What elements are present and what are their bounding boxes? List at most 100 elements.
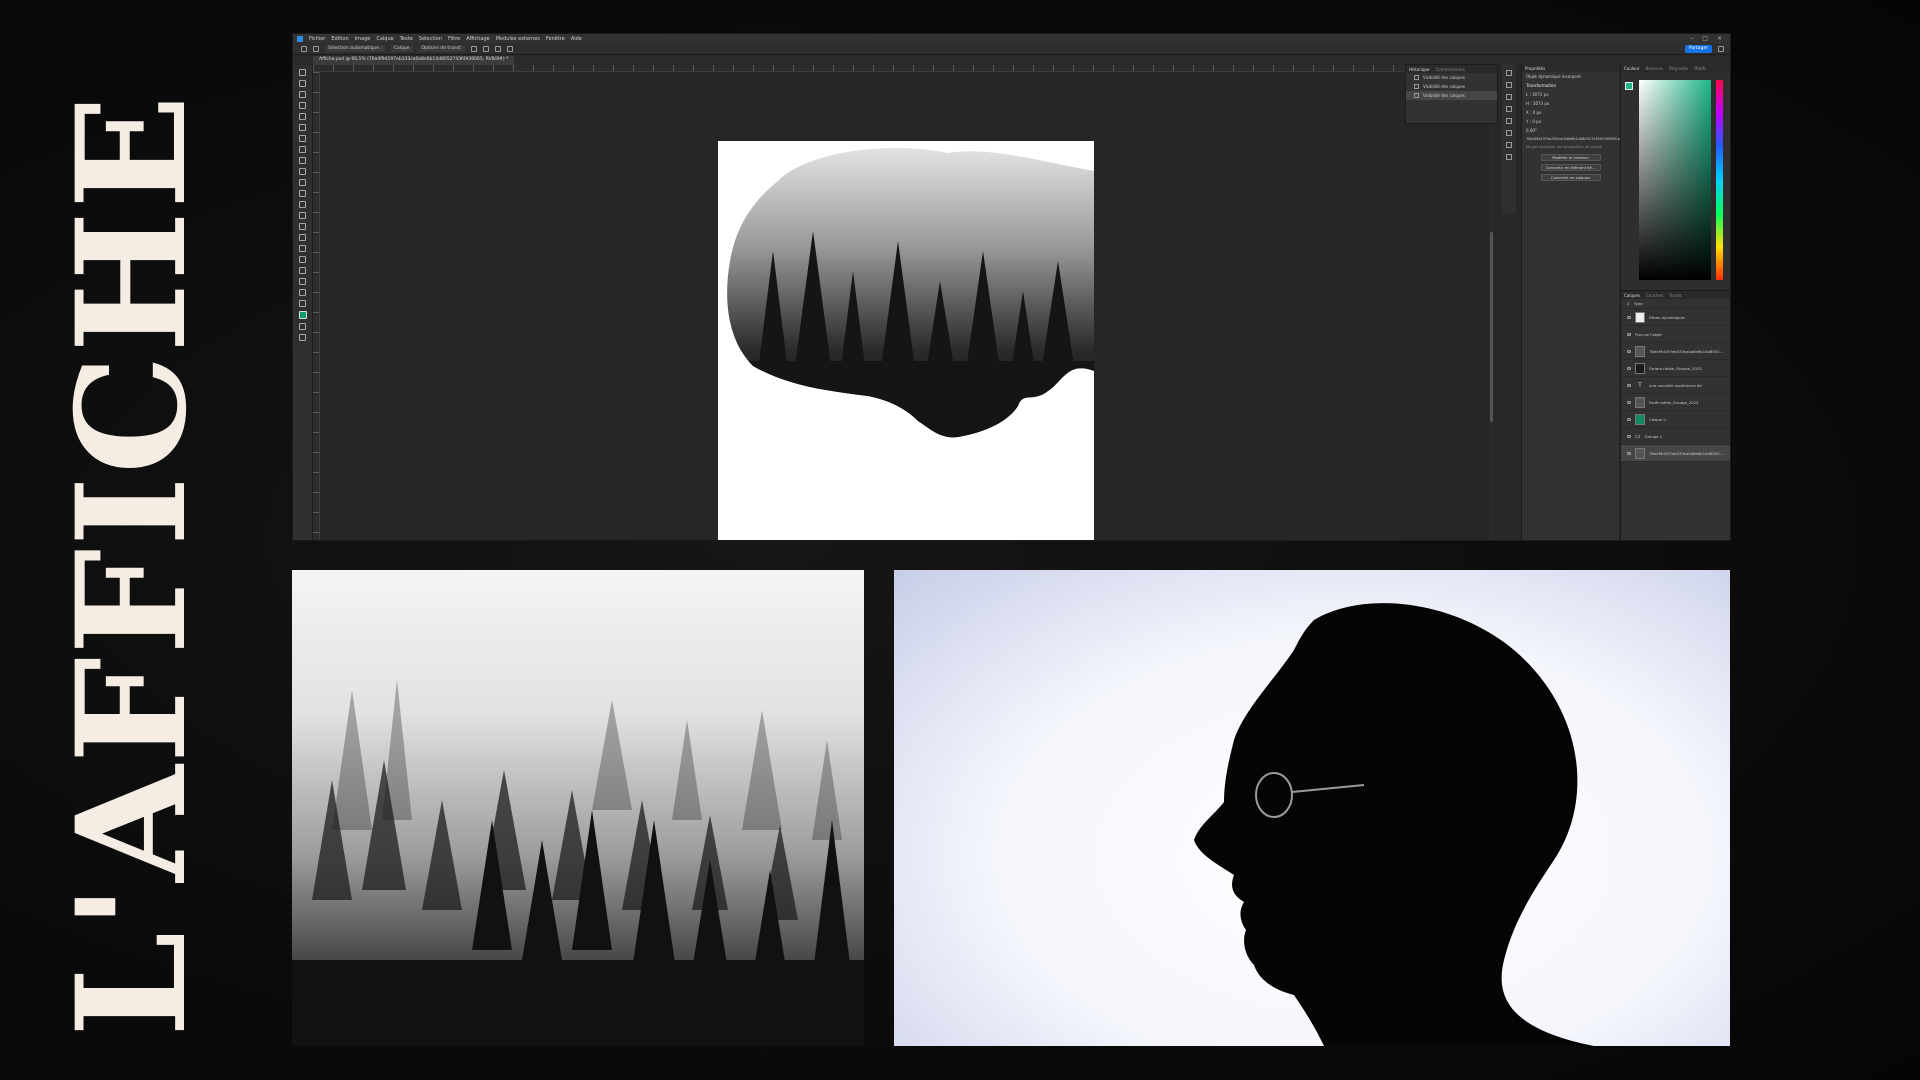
visibility-eye-icon[interactable] — [1627, 417, 1631, 421]
menu-item[interactable]: Modules externes — [496, 36, 540, 42]
menu-item[interactable]: Texte — [400, 36, 413, 42]
tab-paths[interactable]: Tracés — [1669, 293, 1682, 298]
menu-item[interactable]: Sélection — [419, 36, 442, 42]
edit-contents-button[interactable]: Modifier le contenu — [1540, 154, 1601, 161]
history-panel-icon[interactable] — [1506, 70, 1512, 76]
search-icon[interactable] — [1718, 45, 1724, 52]
move-tool-icon[interactable] — [299, 69, 306, 76]
menu-item[interactable]: Calque — [376, 36, 393, 42]
visibility-eye-icon[interactable] — [1627, 332, 1631, 336]
share-button[interactable]: Partager — [1684, 44, 1712, 53]
eraser-tool-icon[interactable] — [299, 190, 306, 197]
type-tool-icon[interactable] — [299, 245, 306, 252]
tab-history[interactable]: Historique — [1409, 67, 1430, 72]
quick-select-tool-icon[interactable] — [299, 102, 306, 109]
layer-row[interactable]: Tune nouvelle expérience de — [1621, 377, 1730, 394]
tab-comments[interactable]: Commentaires — [1436, 67, 1465, 72]
screen-mode-icon[interactable] — [299, 334, 306, 341]
layer-select[interactable]: Calque — [390, 45, 413, 52]
visibility-eye-icon[interactable] — [1627, 366, 1631, 370]
eyedropper-tool-icon[interactable] — [299, 135, 306, 142]
tab-patterns[interactable]: Motifs — [1694, 66, 1706, 71]
paragraph-icon[interactable] — [1506, 142, 1512, 148]
menu-item[interactable]: Filtre — [448, 36, 460, 42]
layer-row[interactable]: Flou de l'objet — [1621, 326, 1730, 343]
visibility-eye-icon[interactable] — [1627, 315, 1631, 319]
healing-brush-icon[interactable] — [299, 146, 306, 153]
tab-swatches[interactable]: Nuances — [1646, 66, 1663, 71]
document-canvas[interactable] — [718, 141, 1094, 540]
tab-color[interactable]: Couleur — [1624, 66, 1640, 71]
layer-row-selected[interactable]: 76e4f9d197eb333ca0a8e6b14d8052... — [1621, 445, 1730, 462]
angle-field[interactable]: 0,00° — [1522, 126, 1619, 135]
quick-mask-icon[interactable] — [299, 323, 306, 330]
home-icon[interactable] — [301, 45, 307, 52]
visibility-eye-icon[interactable] — [1627, 383, 1631, 387]
artboard-tool-icon[interactable] — [299, 80, 306, 87]
width-field[interactable]: L : 3073 px — [1522, 90, 1619, 99]
gradient-tool-icon[interactable] — [299, 201, 306, 208]
pen-tool-icon[interactable] — [299, 234, 306, 241]
move-tool-icon[interactable] — [313, 45, 319, 52]
menu-item[interactable]: Edition — [331, 36, 348, 42]
layer-row[interactable]: Forêt-rafale_Groupe_2023 — [1621, 394, 1730, 411]
blur-tool-icon[interactable] — [299, 212, 306, 219]
visibility-eye-icon[interactable] — [1627, 349, 1631, 353]
y-field[interactable]: Y : 0 px — [1522, 117, 1619, 126]
more-tools-icon[interactable] — [299, 300, 306, 307]
layer-row[interactable]: 76e4f9d197eb333ca0a8e6b14d8052... — [1621, 343, 1730, 360]
close-icon[interactable]: × — [1717, 35, 1722, 42]
menu-item[interactable]: Fenêtre — [546, 36, 565, 42]
crop-tool-icon[interactable] — [299, 113, 306, 120]
minimize-icon[interactable]: – — [1690, 35, 1693, 42]
hue-slider[interactable] — [1716, 80, 1723, 280]
maximize-icon[interactable]: □ — [1702, 35, 1708, 42]
layer-row[interactable]: Ombre-rafale_Groupe_2023 — [1621, 360, 1730, 377]
convert-layers-button[interactable]: Convertir en calques — [1540, 174, 1601, 181]
lasso-tool-icon[interactable] — [299, 91, 306, 98]
path-select-icon[interactable] — [299, 256, 306, 263]
canvas-area[interactable] — [320, 72, 1494, 540]
menu-item[interactable]: Image — [355, 36, 371, 42]
settings-icon[interactable] — [506, 45, 513, 52]
history-row-selected[interactable]: Visibilité des calques — [1406, 91, 1497, 100]
visibility-eye-icon[interactable] — [1627, 451, 1631, 455]
layer-row[interactable]: ▭ Groupe 1 — [1621, 428, 1730, 445]
dodge-tool-icon[interactable] — [299, 223, 306, 230]
convert-linked-button[interactable]: Convertir en élément lié... — [1540, 164, 1601, 171]
shape-tool-icon[interactable] — [299, 267, 306, 274]
layer-comp-note[interactable]: Ne pas appliquer de composition de calqu… — [1522, 143, 1619, 151]
layer-row[interactable]: Filtres dynamiques — [1621, 309, 1730, 326]
glyphs-icon[interactable] — [1506, 154, 1512, 160]
foreground-color-swatch[interactable] — [298, 311, 307, 319]
visibility-eye-icon[interactable] — [1627, 434, 1631, 438]
visibility-eye-icon[interactable] — [1627, 400, 1631, 404]
menu-item[interactable]: Fichier — [309, 36, 325, 42]
color-picker-field[interactable] — [1639, 80, 1711, 280]
adjustments-icon[interactable] — [1506, 118, 1512, 124]
transform-options[interactable]: Options de transf. — [418, 45, 465, 52]
tab-channels[interactable]: Couches — [1646, 293, 1663, 298]
x-field[interactable]: X : 0 px — [1522, 108, 1619, 117]
tab-layers[interactable]: Calques — [1624, 293, 1640, 298]
zoom-tool-icon[interactable] — [299, 289, 306, 296]
auto-select-label[interactable]: Sélection automatique : — [325, 45, 385, 52]
height-field[interactable]: H : 3073 px — [1522, 99, 1619, 108]
libraries-icon[interactable] — [1506, 130, 1512, 136]
layer-row[interactable]: Calque 0 — [1621, 411, 1730, 428]
layer-filter[interactable]: ⌕ Type — [1621, 299, 1730, 309]
history-brush-icon[interactable] — [299, 179, 306, 186]
brush-settings-icon[interactable] — [1506, 106, 1512, 112]
vertical-scrollbar[interactable] — [1489, 72, 1494, 540]
tab-gradients[interactable]: Dégradés — [1669, 66, 1688, 71]
menu-item[interactable]: Aide — [571, 36, 582, 42]
frame-tool-icon[interactable] — [299, 124, 306, 131]
foreground-swatch[interactable] — [1625, 82, 1633, 90]
stamp-tool-icon[interactable] — [299, 168, 306, 175]
brush-tool-icon[interactable] — [299, 157, 306, 164]
history-row[interactable]: Visibilité des calques — [1406, 82, 1497, 91]
info-icon[interactable] — [1506, 94, 1512, 100]
document-tab[interactable]: Affiche.psd @ 66,1% (76e4f9d197eb333ca0a… — [313, 56, 515, 65]
more-icon[interactable] — [494, 45, 501, 52]
comments-icon[interactable] — [1506, 82, 1512, 88]
